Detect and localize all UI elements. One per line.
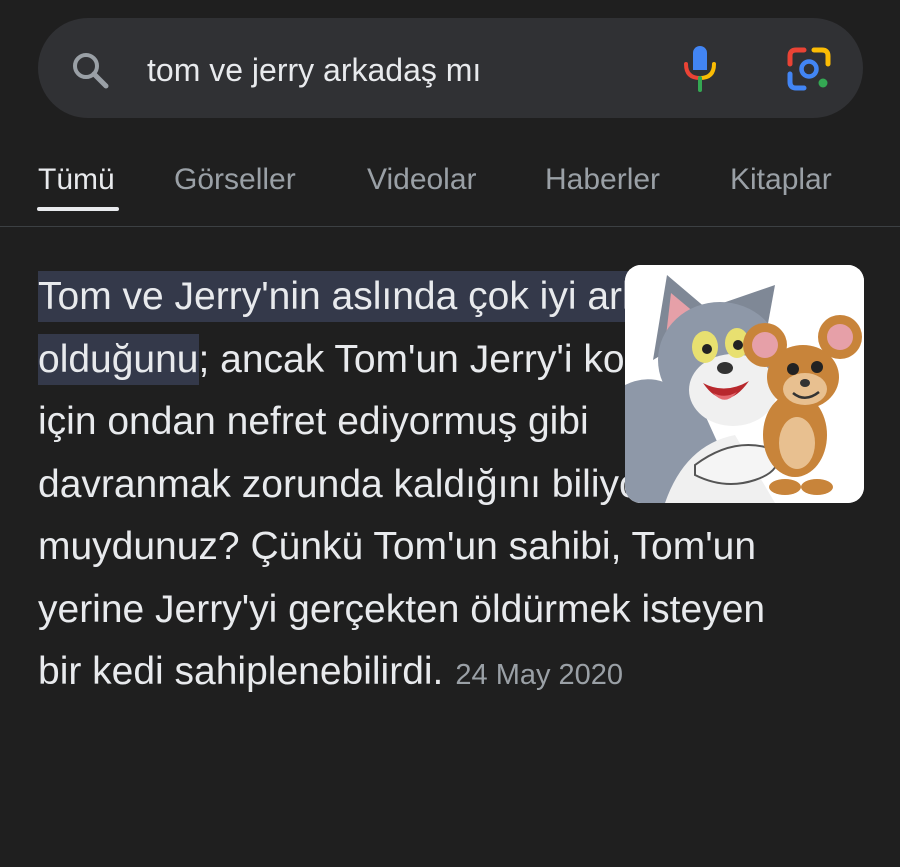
tom-and-jerry-image [625,265,864,503]
search-icon[interactable] [70,50,110,90]
tab-news[interactable]: Haberler [545,162,660,198]
search-tabs: Tümü Görseller Videolar Haberler Kitapla… [0,150,900,227]
search-input[interactable]: tom ve jerry arkadaş mı [147,50,481,90]
tab-books[interactable]: Kitaplar [730,162,832,198]
tab-all[interactable]: Tümü [38,162,115,198]
active-tab-indicator [37,207,119,211]
tab-images[interactable]: Görseller [174,162,296,198]
snippet-date: 24 May 2020 [455,659,624,691]
tom-and-jerry-thumbnail[interactable] [625,265,864,503]
tab-videos[interactable]: Videolar [367,162,477,198]
lens-icon[interactable] [786,46,832,92]
mic-icon[interactable] [680,44,720,94]
